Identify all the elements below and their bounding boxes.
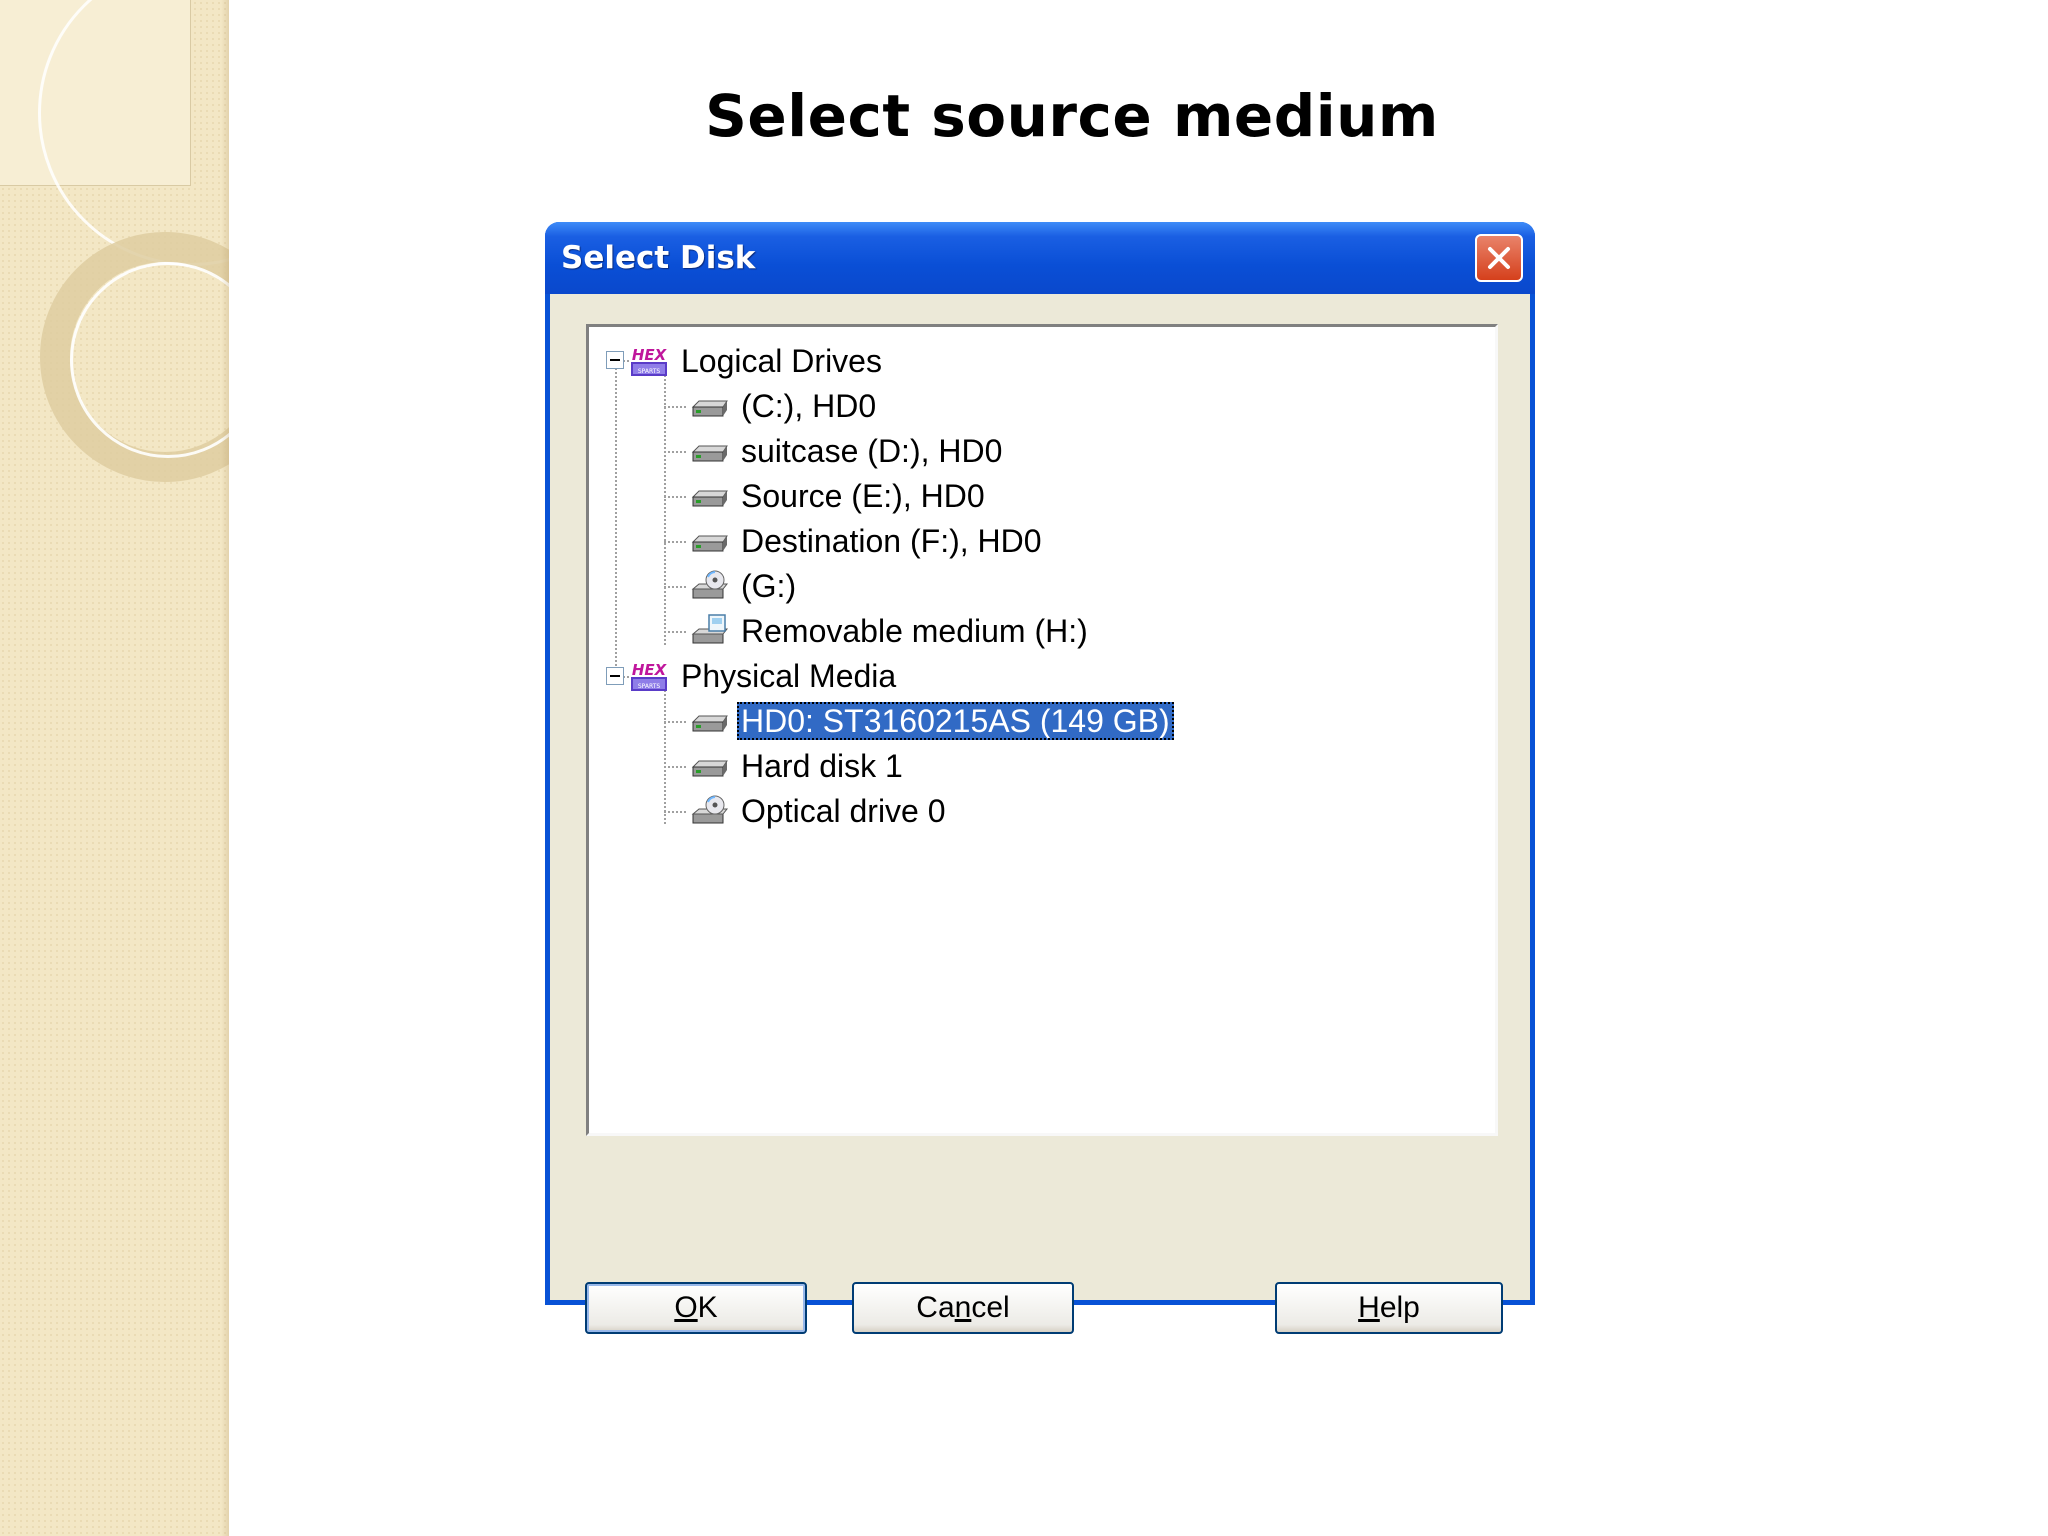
tree-connector: [615, 361, 617, 677]
svg-text:SPARTS: SPARTS: [638, 368, 661, 375]
tree-item-label: Hard disk 1: [741, 748, 903, 784]
help-button[interactable]: Help: [1275, 1282, 1503, 1334]
hard-drive-icon: [689, 704, 729, 738]
svg-text:HEX: HEX: [632, 661, 668, 679]
close-button[interactable]: [1475, 234, 1523, 282]
disk-tree-view[interactable]: HEX SPARTS Logical Drives (C:), HD0 suitcase…: [586, 324, 1498, 1136]
tree-connector: [664, 721, 686, 723]
collapse-physical-media-toggle[interactable]: [606, 667, 624, 685]
hard-drive-icon: [689, 749, 729, 783]
tree-group-physical-media[interactable]: HEX SPARTS Physical Media: [629, 656, 900, 696]
dialog-title: Select Disk: [561, 240, 756, 276]
tree-connector: [664, 766, 686, 768]
removable-drive-icon: [689, 614, 729, 648]
tree-item-label: Destination (F:), HD0: [741, 523, 1042, 559]
collapse-logical-drives-toggle[interactable]: [606, 351, 624, 369]
hard-drive-icon: [689, 479, 729, 513]
slide-title: Select source medium: [705, 82, 1439, 150]
tree-group-logical-drives[interactable]: HEX SPARTS Logical Drives: [629, 341, 886, 381]
tree-connector: [664, 406, 686, 408]
tree-item-label: Removable medium (H:): [741, 613, 1088, 649]
tree-item-label: (C:), HD0: [741, 388, 877, 424]
decorative-side-panel: [0, 0, 229, 1536]
tree-connector: [664, 496, 686, 498]
tree-connector: [664, 375, 666, 645]
tree-connector: [664, 631, 686, 633]
tree-item[interactable]: Removable medium (H:): [689, 611, 1092, 651]
select-disk-dialog: Select Disk HEX SPARTS Logical Drives (C:),…: [545, 222, 1535, 1334]
hex-icon: HEX SPARTS: [629, 344, 669, 378]
hard-drive-icon: [689, 389, 729, 423]
svg-text:SPARTS: SPARTS: [638, 683, 661, 690]
hex-icon: HEX SPARTS: [629, 659, 669, 693]
tree-item[interactable]: Hard disk 1: [689, 746, 907, 786]
tree-item[interactable]: suitcase (D:), HD0: [689, 431, 1006, 471]
tree-item[interactable]: (G:): [689, 566, 800, 606]
ok-button[interactable]: OK: [585, 1282, 807, 1334]
hard-drive-icon: [689, 434, 729, 468]
optical-drive-icon: [689, 569, 729, 603]
tree-connector: [664, 586, 686, 588]
tree-connector: [664, 541, 686, 543]
svg-text:HEX: HEX: [632, 346, 668, 364]
tree-item[interactable]: Destination (F:), HD0: [689, 521, 1046, 561]
hard-drive-icon: [689, 524, 729, 558]
tree-item-label: suitcase (D:), HD0: [741, 433, 1003, 469]
tree-group-label: Logical Drives: [681, 343, 882, 379]
tree-item[interactable]: Optical drive 0: [689, 791, 950, 831]
tree-group-label: Physical Media: [681, 658, 897, 694]
tree-connector: [664, 811, 686, 813]
tree-item[interactable]: Source (E:), HD0: [689, 476, 989, 516]
cancel-button[interactable]: Cancel: [852, 1282, 1074, 1334]
tree-item-label: Optical drive 0: [741, 793, 946, 829]
tree-item[interactable]: (C:), HD0: [689, 386, 880, 426]
tree-item-label: (G:): [741, 568, 797, 604]
dialog-titlebar[interactable]: Select Disk: [545, 222, 1535, 294]
tree-item-label: HD0: ST3160215AS (149 GB): [737, 702, 1174, 740]
tree-item-label: Source (E:), HD0: [741, 478, 985, 514]
tree-connector: [664, 690, 666, 824]
tree-connector: [664, 451, 686, 453]
tree-item[interactable]: HD0: ST3160215AS (149 GB): [689, 701, 1174, 741]
close-icon: [1488, 247, 1510, 269]
optical-drive-icon: [689, 794, 729, 828]
decorative-ring: [38, 0, 229, 266]
dialog-client-area: HEX SPARTS Logical Drives (C:), HD0 suitcase…: [550, 294, 1530, 1334]
